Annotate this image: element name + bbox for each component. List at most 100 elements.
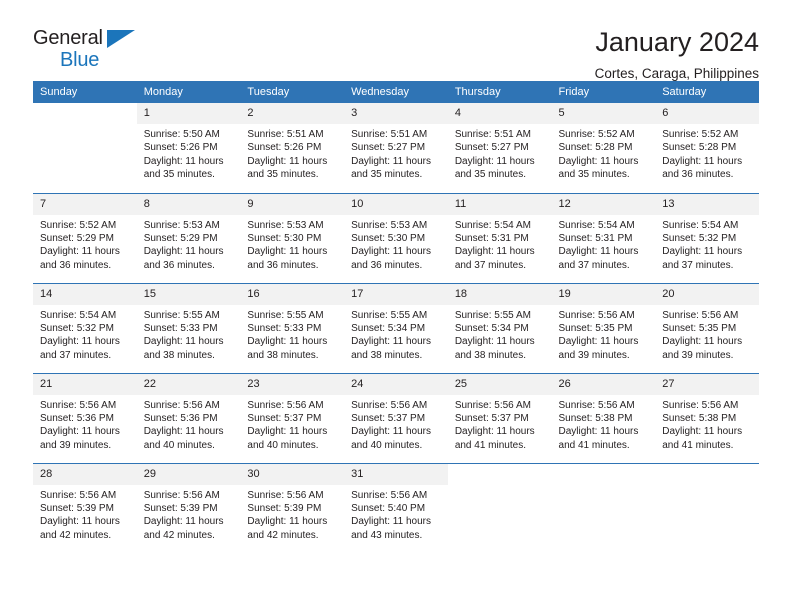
calendar-day-cell[interactable]: 9 Sunrise: 5:53 AM Sunset: 5:30 PM Daylight… xyxy=(240,192,345,283)
calendar-day-cell[interactable]: 20 Sunrise: 5:56 AM Sunset: 5:35 PM Dayligh… xyxy=(655,282,759,373)
calendar-day-cell[interactable]: 26 Sunrise: 5:56 AM Sunset: 5:38 PM Dayligh… xyxy=(551,372,656,463)
weekday-header-friday: Friday xyxy=(551,81,656,103)
day-cell-inner: 21 Sunrise: 5:56 AM Sunset: 5:36 PM Dayligh… xyxy=(33,373,137,463)
weekday-header-wednesday: Wednesday xyxy=(344,81,448,103)
day-number: 20 xyxy=(655,283,759,305)
day-cell-inner xyxy=(33,103,137,193)
day-number: 28 xyxy=(33,463,137,485)
calendar-day-cell[interactable]: 16 Sunrise: 5:55 AM Sunset: 5:33 PM Dayligh… xyxy=(240,282,345,373)
weekday-header-sunday: Sunday xyxy=(33,81,137,103)
day-cell-inner: 16 Sunrise: 5:55 AM Sunset: 5:33 PM Dayligh… xyxy=(240,283,345,373)
calendar-day-cell[interactable]: 8 Sunrise: 5:53 AM Sunset: 5:29 PM Daylight… xyxy=(136,192,241,283)
calendar-day-cell[interactable]: 22 Sunrise: 5:56 AM Sunset: 5:36 PM Dayligh… xyxy=(136,372,241,463)
calendar-day-cell-empty xyxy=(551,462,656,553)
daylight-text: Daylight: 11 hours and 39 minutes. xyxy=(558,336,639,361)
day-cell-inner: 12 Sunrise: 5:54 AM Sunset: 5:31 PM Dayligh… xyxy=(551,193,656,283)
day-number xyxy=(447,463,552,485)
day-cell-inner: 15 Sunrise: 5:55 AM Sunset: 5:33 PM Dayligh… xyxy=(136,283,241,373)
sunrise-text: Sunrise: 5:50 AM xyxy=(143,129,220,140)
sunset-text: Sunset: 5:35 PM xyxy=(558,322,633,334)
calendar-body: 1 Sunrise: 5:50 AM Sunset: 5:26 PM Daylight… xyxy=(33,103,759,553)
daylight-text: Daylight: 11 hours and 42 minutes. xyxy=(143,516,224,541)
day-number: 3 xyxy=(344,103,448,124)
sunset-text: Sunset: 5:32 PM xyxy=(40,322,114,334)
sunrise-text: Sunrise: 5:56 AM xyxy=(454,399,531,411)
daylight-text: Daylight: 11 hours and 36 minutes. xyxy=(662,155,743,181)
calendar-day-cell[interactable]: 3 Sunrise: 5:51 AM Sunset: 5:27 PM Daylight… xyxy=(344,103,448,193)
sunset-text: Sunset: 5:37 PM xyxy=(351,412,426,424)
day-cell-inner: 25 Sunrise: 5:56 AM Sunset: 5:37 PM Dayligh… xyxy=(447,373,552,463)
day-number xyxy=(551,463,656,485)
calendar-day-cell-empty xyxy=(33,103,137,193)
day-number: 31 xyxy=(344,463,448,485)
daylight-text: Daylight: 11 hours and 43 minutes. xyxy=(351,516,431,541)
sunset-text: Sunset: 5:28 PM xyxy=(662,142,737,154)
calendar-header-row: Sunday Monday Tuesday Wednesday Thursday Frid… xyxy=(33,81,759,103)
calendar-day-cell[interactable]: 17 Sunrise: 5:55 AM Sunset: 5:34 PM Dayligh… xyxy=(344,282,448,373)
calendar-day-cell[interactable]: 6 Sunrise: 5:52 AM Sunset: 5:28 PM Daylight… xyxy=(655,103,759,193)
calendar-day-cell[interactable]: 14 Sunrise: 5:54 AM Sunset: 5:32 PM Dayligh… xyxy=(33,282,137,373)
sunrise-text: Sunrise: 5:51 AM xyxy=(454,129,531,140)
calendar-day-cell[interactable]: 4 Sunrise: 5:51 AM Sunset: 5:27 PM Daylight… xyxy=(447,103,552,193)
calendar-day-cell[interactable]: 5 Sunrise: 5:52 AM Sunset: 5:28 PM Daylight… xyxy=(551,103,656,193)
weekday-header-tuesday: Tuesday xyxy=(240,81,345,103)
sunset-text: Sunset: 5:38 PM xyxy=(662,412,737,424)
logo-text-general: General xyxy=(33,28,163,49)
sunrise-text: Sunrise: 5:56 AM xyxy=(662,309,739,321)
day-cell-inner: 7 Sunrise: 5:52 AM Sunset: 5:29 PM Daylight… xyxy=(33,193,137,283)
day-number: 26 xyxy=(551,373,656,395)
day-details: Sunrise: 5:55 AM Sunset: 5:34 PM Daylight:… xyxy=(448,305,552,363)
calendar-day-cell[interactable]: 7 Sunrise: 5:52 AM Sunset: 5:29 PM Daylight… xyxy=(33,192,137,283)
calendar-day-cell[interactable]: 2 Sunrise: 5:51 AM Sunset: 5:26 PM Daylight… xyxy=(240,103,345,193)
calendar-day-cell[interactable]: 1 Sunrise: 5:50 AM Sunset: 5:26 PM Daylight… xyxy=(136,103,241,193)
calendar-day-cell[interactable]: 25 Sunrise: 5:56 AM Sunset: 5:37 PM Dayligh… xyxy=(447,372,552,463)
daylight-text: Daylight: 11 hours and 38 minutes. xyxy=(143,336,224,361)
sunset-text: Sunset: 5:36 PM xyxy=(143,412,218,424)
triangle-icon xyxy=(107,30,135,48)
day-cell-inner: 14 Sunrise: 5:54 AM Sunset: 5:32 PM Dayligh… xyxy=(33,283,137,373)
calendar-day-cell[interactable]: 10 Sunrise: 5:53 AM Sunset: 5:30 PM Dayligh… xyxy=(344,192,448,283)
daylight-text: Daylight: 11 hours and 36 minutes. xyxy=(143,246,224,271)
calendar-table: Sunday Monday Tuesday Wednesday Thursday Frid… xyxy=(33,81,759,553)
calendar-day-cell[interactable]: 24 Sunrise: 5:56 AM Sunset: 5:37 PM Dayligh… xyxy=(344,372,448,463)
day-cell-inner: 4 Sunrise: 5:51 AM Sunset: 5:27 PM Daylight… xyxy=(447,103,552,193)
calendar-day-cell[interactable]: 15 Sunrise: 5:55 AM Sunset: 5:33 PM Dayligh… xyxy=(136,282,241,373)
daylight-text: Daylight: 11 hours and 37 minutes. xyxy=(40,336,120,361)
day-cell-inner: 3 Sunrise: 5:51 AM Sunset: 5:27 PM Daylight… xyxy=(344,103,448,193)
calendar-day-cell[interactable]: 28 Sunrise: 5:56 AM Sunset: 5:39 PM Dayligh… xyxy=(33,462,137,553)
day-cell-inner: 5 Sunrise: 5:52 AM Sunset: 5:28 PM Daylight… xyxy=(551,103,656,193)
calendar-day-cell[interactable]: 21 Sunrise: 5:56 AM Sunset: 5:36 PM Dayligh… xyxy=(33,372,137,463)
sunrise-text: Sunrise: 5:51 AM xyxy=(351,129,428,140)
day-number: 12 xyxy=(551,193,656,215)
day-details: Sunrise: 5:56 AM Sunset: 5:40 PM Daylight:… xyxy=(344,485,448,543)
calendar-day-cell[interactable]: 23 Sunrise: 5:56 AM Sunset: 5:37 PM Dayligh… xyxy=(240,372,345,463)
day-details: Sunrise: 5:56 AM Sunset: 5:39 PM Daylight:… xyxy=(33,485,137,543)
sunrise-text: Sunrise: 5:52 AM xyxy=(558,129,635,140)
day-number: 5 xyxy=(551,103,656,124)
calendar-day-cell[interactable]: 29 Sunrise: 5:56 AM Sunset: 5:39 PM Dayligh… xyxy=(136,462,241,553)
calendar-day-cell[interactable]: 12 Sunrise: 5:54 AM Sunset: 5:31 PM Dayligh… xyxy=(551,192,656,283)
calendar-day-cell[interactable]: 13 Sunrise: 5:54 AM Sunset: 5:32 PM Dayligh… xyxy=(655,192,759,283)
day-details: Sunrise: 5:55 AM Sunset: 5:33 PM Daylight:… xyxy=(240,305,344,363)
day-number: 1 xyxy=(136,103,241,124)
sunrise-text: Sunrise: 5:54 AM xyxy=(558,219,635,231)
day-number: 15 xyxy=(136,283,241,305)
calendar-day-cell[interactable]: 18 Sunrise: 5:55 AM Sunset: 5:34 PM Dayligh… xyxy=(447,282,552,373)
day-details: Sunrise: 5:56 AM Sunset: 5:37 PM Daylight:… xyxy=(240,395,344,453)
calendar-day-cell[interactable]: 30 Sunrise: 5:56 AM Sunset: 5:39 PM Dayligh… xyxy=(240,462,345,553)
calendar-day-cell[interactable]: 27 Sunrise: 5:56 AM Sunset: 5:38 PM Dayligh… xyxy=(655,372,759,463)
daylight-text: Daylight: 11 hours and 38 minutes. xyxy=(247,336,328,361)
sunset-text: Sunset: 5:27 PM xyxy=(351,142,426,154)
sunset-text: Sunset: 5:33 PM xyxy=(247,322,322,334)
day-cell-inner: 31 Sunrise: 5:56 AM Sunset: 5:40 PM Dayligh… xyxy=(344,463,448,554)
calendar-day-cell[interactable]: 31 Sunrise: 5:56 AM Sunset: 5:40 PM Dayligh… xyxy=(344,462,448,554)
sunrise-text: Sunrise: 5:56 AM xyxy=(40,489,117,501)
calendar-day-cell[interactable]: 11 Sunrise: 5:54 AM Sunset: 5:31 PM Dayligh… xyxy=(447,192,552,283)
calendar-page: General Blue January 2024 Cortes, Caraga… xyxy=(0,0,792,612)
calendar-day-cell[interactable]: 19 Sunrise: 5:56 AM Sunset: 5:35 PM Dayligh… xyxy=(551,282,656,373)
day-number xyxy=(33,103,137,124)
daylight-text: Daylight: 11 hours and 40 minutes. xyxy=(351,426,431,451)
sunrise-text: Sunrise: 5:54 AM xyxy=(40,309,117,321)
sunrise-text: Sunrise: 5:56 AM xyxy=(558,309,635,321)
day-details: Sunrise: 5:56 AM Sunset: 5:37 PM Daylight:… xyxy=(344,395,448,453)
